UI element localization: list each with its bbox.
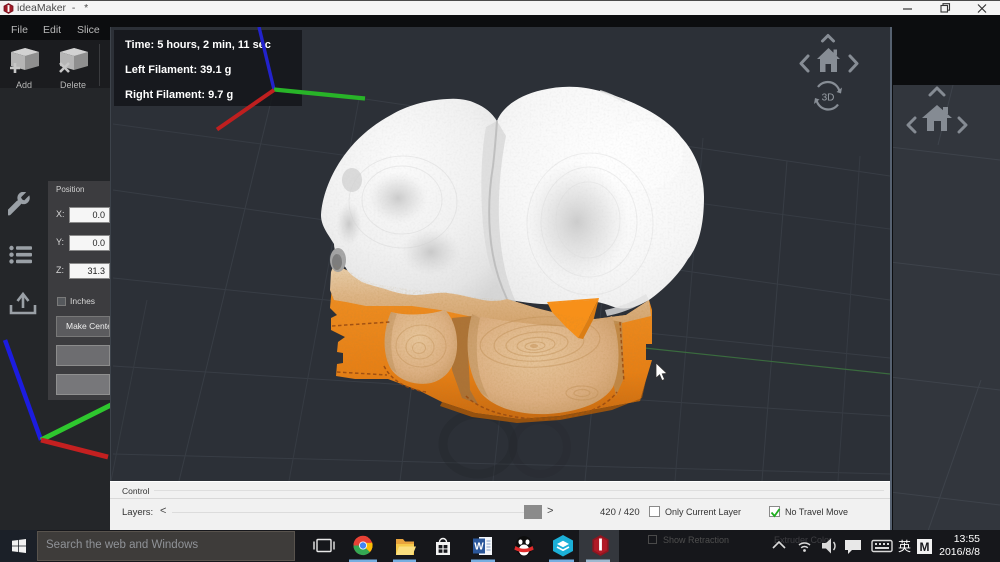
svg-text:W: W [474,542,484,553]
svg-text:Delete: Delete [60,80,86,90]
svg-text:英: 英 [898,539,911,554]
svg-text:Add: Add [16,80,32,90]
svg-text:3D: 3D [822,93,835,104]
